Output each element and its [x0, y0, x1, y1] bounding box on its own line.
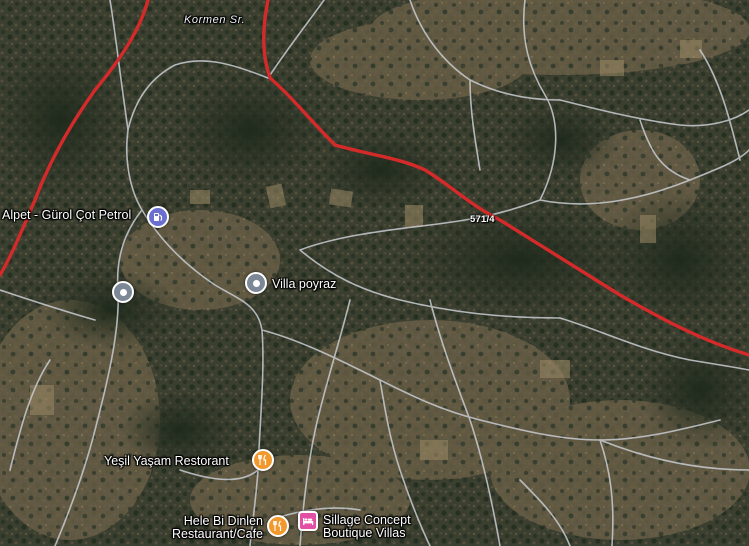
map-canvas[interactable]: Kormen Sr. 571/4 Alpet - Gürol Çot Petro… — [0, 0, 749, 546]
poi-label-villas[interactable]: Sillage Concept Boutique Villas — [323, 514, 411, 540]
bed-glyph — [303, 518, 314, 525]
street-label: Kormen Sr. — [184, 14, 246, 26]
pin-dot — [252, 279, 260, 287]
poi-label-cafe[interactable]: Hele Bi Dinlen Restaurant/Cafe — [160, 515, 263, 541]
fork-knife-glyph — [258, 454, 267, 465]
poi-label-restaurant[interactable]: Yeşil Yaşam Restorant — [104, 454, 229, 468]
fuel-pump-glyph — [154, 213, 163, 221]
fork-knife-icon[interactable] — [267, 515, 289, 537]
bed-icon[interactable] — [298, 511, 318, 531]
location-pin-icon[interactable] — [245, 272, 267, 294]
pin-dot — [119, 288, 127, 296]
poi-label-cafe-line2: Restaurant/Cafe — [171, 527, 263, 541]
poi-label-villa[interactable]: Villa poyraz — [272, 277, 336, 291]
poi-label-villas-line2: Boutique Villas — [323, 526, 406, 540]
fork-knife-glyph — [273, 520, 282, 531]
route-number-label: 571/4 — [470, 214, 495, 225]
fuel-pump-icon[interactable] — [147, 206, 169, 228]
fork-knife-icon[interactable] — [252, 449, 274, 471]
location-pin-icon[interactable] — [112, 281, 134, 303]
poi-label-gas-station[interactable]: Alpet - Gürol Çot Petrol — [2, 208, 131, 222]
